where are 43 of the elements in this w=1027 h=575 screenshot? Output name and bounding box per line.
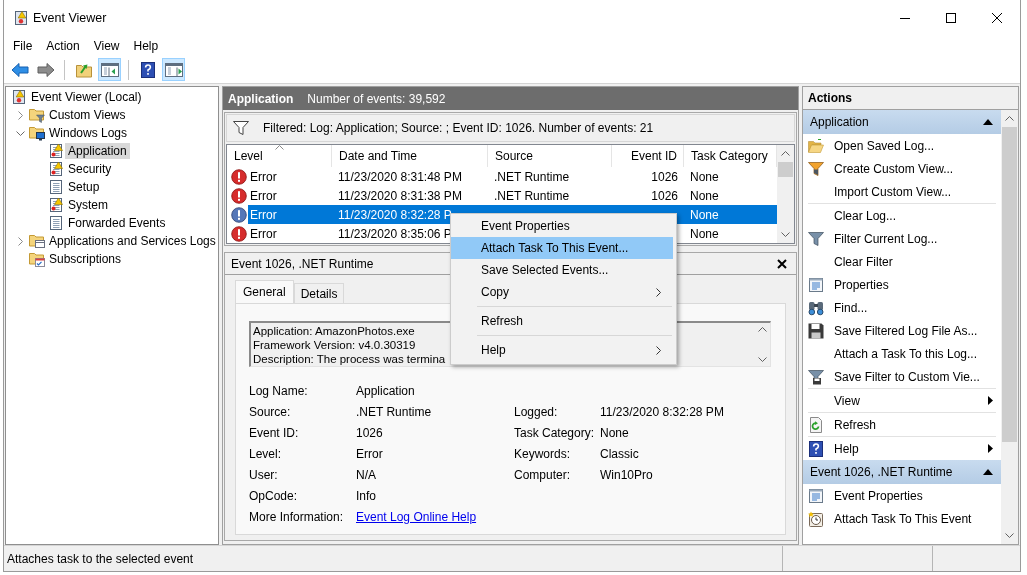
table-cell: 1026 xyxy=(651,169,678,184)
panel-title: Actions xyxy=(803,87,1018,110)
pane-title: Event 1026, .NET Runtime xyxy=(231,256,374,271)
property-label: Event ID: xyxy=(249,425,299,440)
property-value: .NET Runtime xyxy=(356,404,432,419)
log-title: Application xyxy=(228,91,294,106)
property-label: Source: xyxy=(249,404,291,419)
property-label: User: xyxy=(249,467,278,482)
status-text: Attaches task to the selected event xyxy=(7,551,194,566)
event-count: Number of events: 39,592 xyxy=(307,91,446,106)
filter-text: Filtered: Log: Application; Source: ; Event ID: 1026. Number of events: 21 xyxy=(263,121,654,135)
table-cell: .NET Runtime xyxy=(494,169,570,184)
table-cell: None xyxy=(690,188,719,203)
table-cell: Error xyxy=(250,188,277,203)
table-cell: Error xyxy=(250,169,277,184)
property-value: 1026 xyxy=(356,425,383,440)
property-label: OpCode: xyxy=(249,488,298,503)
table-cell: Error xyxy=(250,207,277,222)
property-value: Application xyxy=(356,383,415,398)
window-title: Event Viewer xyxy=(33,11,107,25)
table-cell: None xyxy=(690,169,719,184)
property-label: Log Name: xyxy=(249,383,308,398)
table-cell: None xyxy=(690,207,719,222)
table-cell: 1026 xyxy=(651,188,678,203)
property-label: Computer: xyxy=(514,467,571,482)
property-value: None xyxy=(600,425,629,440)
property-value: N/A xyxy=(356,467,376,482)
description-text: Application: AmazonPhotos.exe Framework Version: v4.0.30319 Description: The process was termina xyxy=(252,324,447,366)
table-cell: .NET Runtime xyxy=(494,188,570,203)
property-label: Keywords: xyxy=(514,446,571,461)
table-cell: 11/23/2020 8:31:38 PM xyxy=(338,188,462,203)
property-value: Win10Pro xyxy=(600,467,653,482)
property-value: Classic xyxy=(600,446,639,461)
property-label: Level: xyxy=(249,446,282,461)
property-value: Error xyxy=(356,446,383,461)
property-value: 11/23/2020 8:32:28 PM xyxy=(600,404,724,419)
property-label: More Information: xyxy=(249,509,344,524)
table-cell: 11/23/2020 8:31:48 PM xyxy=(338,169,462,184)
property-value: Info xyxy=(356,488,376,503)
table-cell: Error xyxy=(250,226,277,241)
property-label: Task Category: xyxy=(514,425,595,440)
property-label: Logged: xyxy=(514,404,558,419)
table-cell: None xyxy=(690,226,719,241)
